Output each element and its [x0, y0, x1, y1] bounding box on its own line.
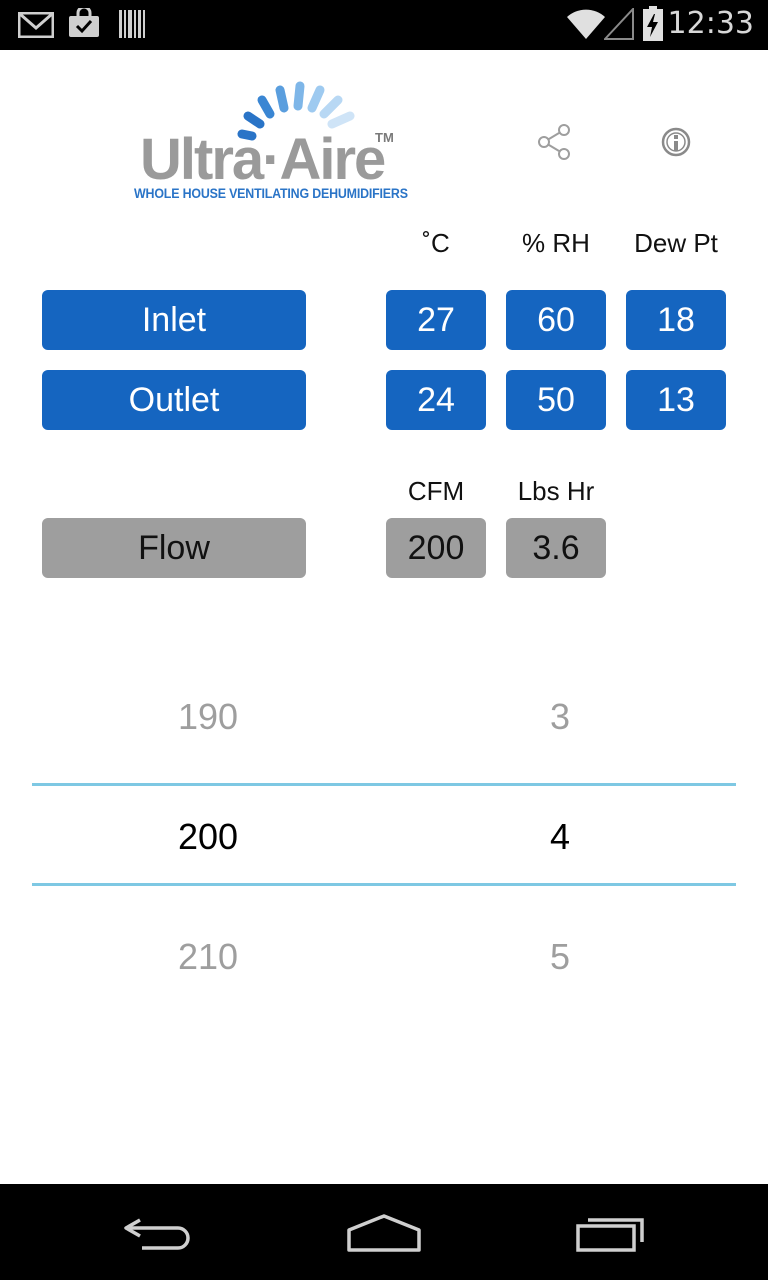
picker-right-selected[interactable]: 4: [460, 816, 660, 858]
ultra-aire-logo: Ultra·Aire TM WHOLE HOUSE VENTILATING DE…: [130, 78, 410, 208]
recents-icon: [576, 1218, 644, 1252]
recents-button[interactable]: [572, 1212, 648, 1259]
navigation-bar: [0, 1184, 768, 1280]
status-time: 12:33: [667, 6, 754, 41]
logo-tagline: WHOLE HOUSE VENTILATING DEHUMIDIFIERS: [134, 186, 408, 201]
info-button[interactable]: [656, 122, 696, 162]
battery-charging-icon: [643, 6, 663, 41]
back-button[interactable]: [120, 1210, 196, 1259]
status-bar: 12:33: [0, 0, 768, 50]
picker-right-next[interactable]: 5: [460, 936, 660, 978]
share-button[interactable]: [534, 122, 574, 162]
picker-selection-top-line: [32, 783, 736, 786]
outlet-rh-value[interactable]: 50: [506, 370, 606, 430]
picker-left-prev[interactable]: 190: [108, 696, 308, 738]
inlet-dew-value[interactable]: 18: [626, 290, 726, 350]
home-icon: [347, 1214, 421, 1252]
header-cfm: CFM: [407, 476, 465, 506]
picker-left-next[interactable]: 210: [108, 936, 308, 978]
outlet-dew-value[interactable]: 13: [626, 370, 726, 430]
outlet-temp-value[interactable]: 24: [386, 370, 486, 430]
inlet-rh-value[interactable]: 60: [506, 290, 606, 350]
signal-icon: [604, 8, 634, 40]
picker-right-prev[interactable]: 3: [460, 696, 660, 738]
picker-left-selected[interactable]: 200: [108, 816, 308, 858]
app-content: Ultra·Aire TM WHOLE HOUSE VENTILATING DE…: [0, 50, 768, 1184]
inlet-temp-value[interactable]: 27: [386, 290, 486, 350]
home-button[interactable]: [344, 1212, 424, 1259]
flow-lbs-value[interactable]: 3.6: [506, 518, 606, 578]
gmail-icon: [18, 12, 54, 38]
info-icon: [661, 127, 691, 157]
header-lbs-hr: Lbs Hr: [517, 476, 595, 506]
logo-wordmark: Ultra·Aire: [140, 127, 386, 192]
picker-selection-bottom-line: [32, 883, 736, 886]
flow-cfm-value[interactable]: 200: [386, 518, 486, 578]
inlet-button[interactable]: Inlet: [42, 290, 306, 350]
back-icon: [124, 1218, 190, 1250]
wifi-icon: [567, 9, 605, 39]
flow-button[interactable]: Flow: [42, 518, 306, 578]
outlet-button[interactable]: Outlet: [42, 370, 306, 430]
share-icon: [538, 124, 570, 160]
header-dew-point: Dew Pt: [634, 228, 718, 258]
barcode-icon: [119, 10, 145, 38]
play-store-icon: [69, 8, 99, 37]
header-rh: % RH: [522, 228, 590, 258]
header-temp: ˚C: [422, 228, 450, 258]
logo-trademark: TM: [375, 130, 394, 145]
